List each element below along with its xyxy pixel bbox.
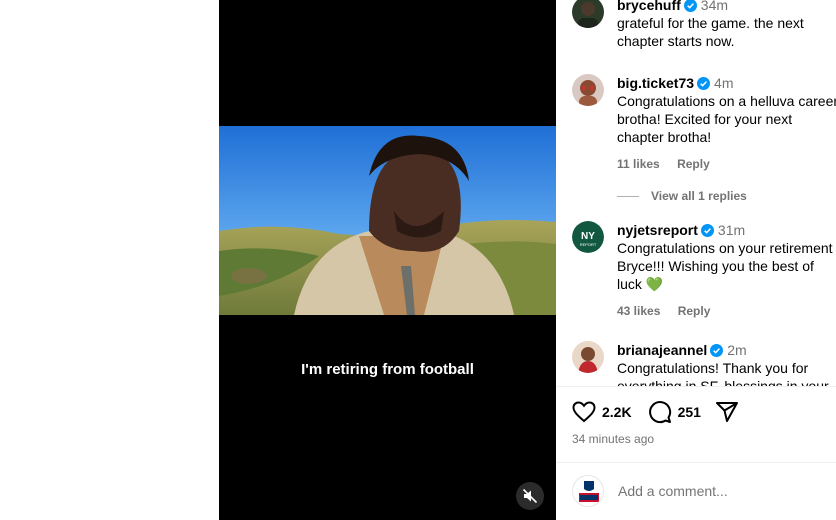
comments-list[interactable]: brycehuff 34m grateful for the game. the … [556, 0, 836, 386]
view-replies-button[interactable]: View all 1 replies [617, 189, 747, 203]
like-count[interactable]: 2.2K [602, 404, 632, 420]
comment-bubble-icon [648, 401, 671, 424]
comment-username[interactable]: brycehuff [617, 0, 681, 13]
view-replies-label: View all 1 replies [651, 189, 747, 203]
replies-divider [617, 195, 639, 197]
comment-body: brycehuff 34m grateful for the game. the … [617, 0, 836, 50]
comment-time: 2m [727, 342, 747, 358]
video-still-image [219, 126, 556, 315]
comment-text: Congratulations on your retirement Bryce… [617, 240, 833, 292]
instagram-post-view: I'm retiring from football brycehuff 34m … [0, 0, 836, 520]
post-actions: 2.2K 251 [572, 399, 739, 425]
comment-body: big.ticket73 4m Congratulations on a hell… [617, 74, 836, 173]
verified-badge-icon [710, 344, 724, 357]
video-caption: I'm retiring from football [301, 361, 474, 378]
like-button[interactable] [572, 401, 596, 423]
comment-meta: 11 likes Reply [617, 155, 836, 173]
comment-text: Congratulations! Thank you for everythin… [617, 360, 829, 386]
heart-icon [572, 401, 596, 423]
divider [556, 386, 836, 387]
comment-username[interactable]: nyjetsreport [617, 222, 698, 238]
add-comment-row [572, 475, 808, 507]
video-player[interactable]: I'm retiring from football [219, 0, 556, 520]
reply-button[interactable]: Reply [677, 157, 710, 171]
avatar[interactable]: NY REPORT [572, 221, 604, 253]
comment-time: 4m [714, 75, 734, 91]
comment-button[interactable] [648, 400, 672, 424]
video-frame [219, 126, 556, 315]
post-timestamp: 34 minutes ago [572, 432, 655, 446]
verified-badge-icon [683, 0, 697, 12]
avatar[interactable] [572, 0, 604, 28]
svg-text:REPORT: REPORT [580, 242, 597, 247]
muted-speaker-icon [522, 488, 538, 504]
avatar[interactable] [572, 74, 604, 106]
reply-button[interactable]: Reply [678, 304, 711, 318]
comment-time: 31m [717, 222, 746, 238]
divider [556, 462, 836, 463]
add-comment-input[interactable] [618, 483, 808, 499]
comment-body: nyjetsreport 31m Congratulations on your … [617, 221, 836, 320]
current-user-avatar[interactable] [572, 475, 604, 507]
comment-likes[interactable]: 43 likes [617, 304, 660, 318]
comment-time: 34m [700, 0, 729, 13]
paper-plane-icon [715, 402, 738, 422]
comment-count[interactable]: 251 [678, 404, 701, 420]
comment-username[interactable]: brianajeannel [617, 342, 707, 358]
svg-text:NY: NY [581, 231, 595, 242]
comment-username[interactable]: big.ticket73 [617, 75, 694, 91]
comments-panel: brycehuff 34m grateful for the game. the … [556, 0, 836, 520]
mute-button[interactable] [516, 482, 544, 510]
verified-badge-icon [700, 224, 714, 237]
comment-text: Congratulations on a helluva career brot… [617, 93, 836, 145]
comment-meta: 43 likes Reply [617, 302, 836, 320]
verified-badge-icon [697, 77, 711, 90]
avatar[interactable] [572, 341, 604, 373]
comment-likes[interactable]: 11 likes [617, 157, 660, 171]
comment-text: grateful for the game. the next chapter … [617, 15, 804, 49]
comment-body: brianajeannel 2m Congratulations! Thank y… [617, 341, 836, 386]
share-button[interactable] [715, 400, 739, 424]
